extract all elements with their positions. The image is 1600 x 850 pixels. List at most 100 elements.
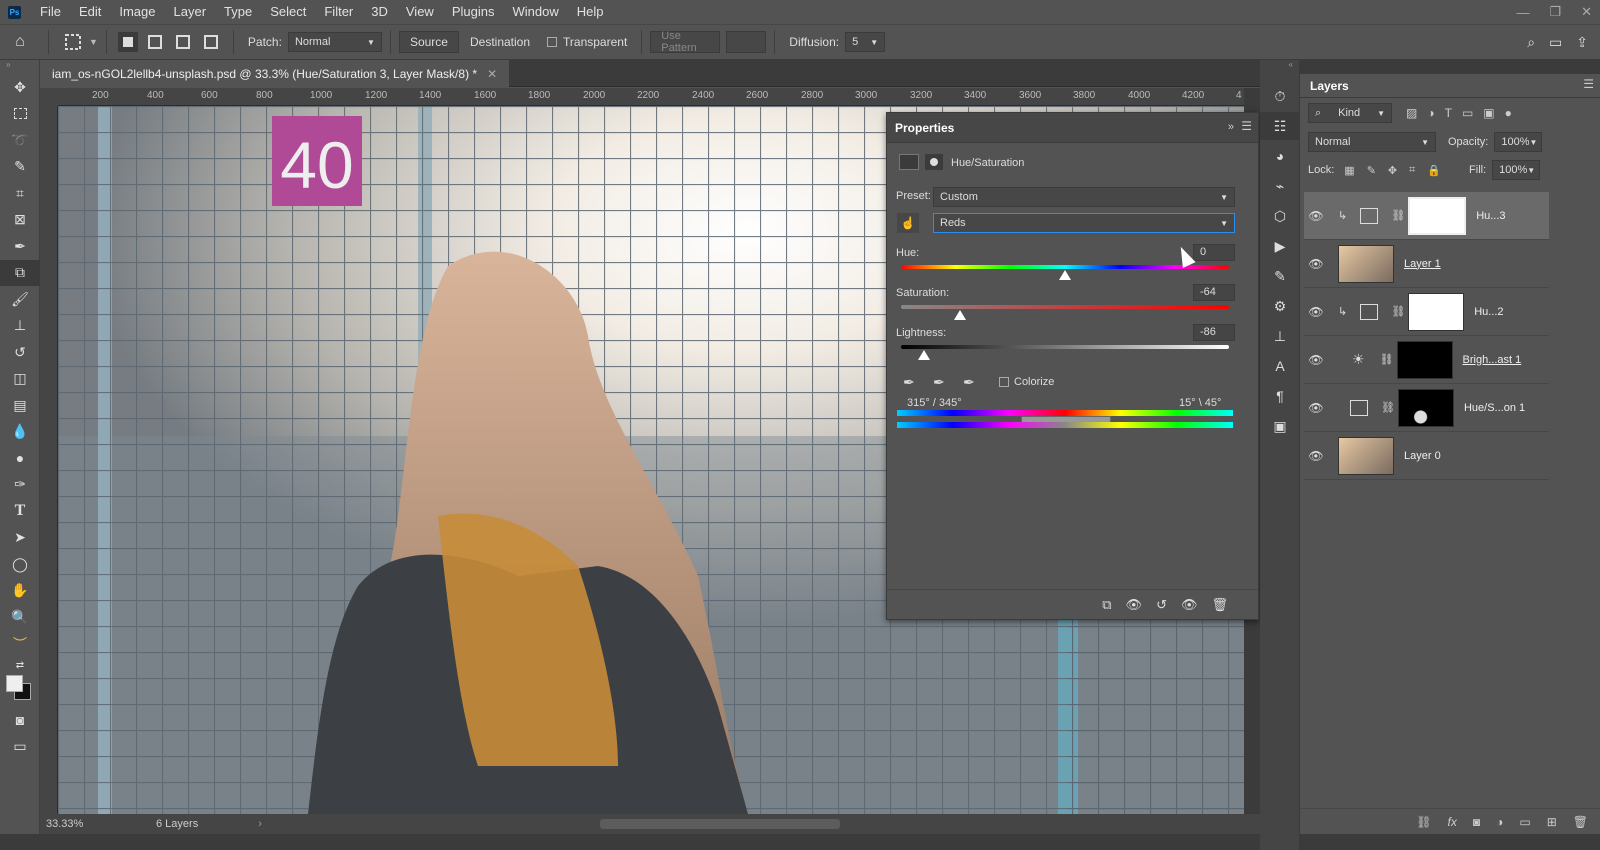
glyphs-panel-icon[interactable]: ▣	[1260, 412, 1300, 440]
new-selection-icon[interactable]	[117, 32, 138, 52]
layers-menu-icon[interactable]: ☰	[1583, 77, 1594, 91]
marquee-tool-icon[interactable]	[0, 101, 40, 128]
properties-panel-icon[interactable]: ☷	[1260, 112, 1300, 140]
workspace-icon[interactable]: ▭	[1549, 34, 1562, 51]
filter-toggle-icon[interactable]: ●	[1505, 106, 1512, 120]
visibility-eye-icon[interactable]: 👁	[1304, 449, 1328, 463]
character-panel-icon[interactable]: A	[1260, 352, 1300, 380]
foreground-color-swatch[interactable]	[6, 675, 23, 692]
layer-thumbnail[interactable]	[1338, 436, 1394, 475]
layer-row-layer-0[interactable]: 👁 Layer 0	[1304, 432, 1549, 480]
menu-layer[interactable]: Layer	[165, 0, 216, 24]
new-layer-icon[interactable]: ⊞	[1547, 815, 1557, 829]
horizontal-scrollbar[interactable]	[600, 819, 840, 829]
layer-mask-thumbnail[interactable]	[1396, 340, 1453, 379]
collapse-panel-icon[interactable]: »	[1228, 121, 1234, 133]
preset-select[interactable]: Custom ▼	[933, 187, 1235, 207]
opacity-input[interactable]: 100% ▼	[1494, 132, 1543, 152]
stamp-tool-icon[interactable]: ⊥	[0, 313, 40, 340]
hue-slider[interactable]	[901, 265, 1229, 269]
history-brush-icon[interactable]: ↺	[0, 339, 40, 366]
color-swatches[interactable]	[0, 673, 39, 707]
collapse-strip-icon[interactable]: «	[1260, 60, 1299, 82]
layer-row-hue-2[interactable]: 👁 ↳ ⛓ Hu...2	[1304, 288, 1549, 336]
quick-select-tool-icon[interactable]: ✎	[0, 154, 40, 181]
layer-mask-thumbnail[interactable]	[1397, 388, 1454, 427]
toolbox-collapse-icon[interactable]: »	[0, 60, 39, 74]
share-icon[interactable]: ⇪	[1576, 34, 1588, 51]
link-icon[interactable]: ⛓	[1380, 353, 1394, 366]
eyedropper-icon[interactable]: ✒	[903, 374, 915, 391]
layer-name[interactable]: Hue/S...on 1	[1464, 402, 1525, 414]
menu-view[interactable]: View	[397, 0, 443, 24]
eyedropper-tool-icon[interactable]: ✒	[0, 233, 40, 260]
filter-kind-select[interactable]: ⌕ Kind ▼	[1308, 103, 1392, 123]
edit-toolbar-icon[interactable]: ︶	[0, 631, 40, 658]
brush-panel-icon[interactable]: ✎	[1260, 262, 1300, 290]
mask-icon[interactable]	[925, 154, 943, 170]
link-icon[interactable]: ⛓	[1381, 401, 1395, 414]
menu-3d[interactable]: 3D	[362, 0, 397, 24]
filter-pixel-icon[interactable]: ▨	[1406, 106, 1417, 120]
zoom-level[interactable]: 33.33%	[46, 818, 156, 830]
saturation-input[interactable]: -64	[1193, 284, 1235, 301]
intersect-selection-icon[interactable]	[203, 35, 218, 49]
new-group-icon[interactable]: ▭	[1519, 815, 1530, 829]
lock-transparent-icon[interactable]: ▦	[1344, 164, 1354, 177]
menu-window[interactable]: Window	[503, 0, 567, 24]
layer-row-layer-1[interactable]: 👁 Layer 1	[1304, 240, 1549, 288]
hand-tool-icon[interactable]: ✋	[0, 578, 40, 605]
default-colors-icon[interactable]: ⇄	[0, 657, 40, 673]
menu-help[interactable]: Help	[568, 0, 613, 24]
layer-row-hue-1[interactable]: 👁 ⛓ Hue/S...on 1	[1304, 384, 1549, 432]
menu-edit[interactable]: Edit	[70, 0, 110, 24]
move-tool-icon[interactable]: ✥	[0, 74, 40, 101]
restore-icon[interactable]: ❐	[1549, 4, 1561, 20]
lock-all-icon[interactable]: 🔒	[1427, 164, 1441, 177]
minimize-icon[interactable]: —	[1516, 5, 1529, 20]
blur-tool-icon[interactable]: 💧	[0, 419, 40, 446]
lock-artboard-icon[interactable]: ⌗	[1409, 164, 1415, 177]
filter-type-icon[interactable]: T	[1445, 106, 1452, 120]
menu-file[interactable]: File	[31, 0, 70, 24]
pen-tool-icon[interactable]: ✑	[0, 472, 40, 499]
filter-shape-icon[interactable]: ▭	[1462, 106, 1473, 120]
chevron-down-icon[interactable]: ▼	[89, 37, 98, 47]
menu-type[interactable]: Type	[215, 0, 261, 24]
patch-mode-select[interactable]: Normal ▼	[287, 32, 382, 52]
patch-tool-preset-icon[interactable]	[57, 33, 89, 51]
hue-input[interactable]: 0	[1193, 244, 1235, 261]
dodge-tool-icon[interactable]: ●	[0, 445, 40, 472]
pattern-picker[interactable]	[726, 31, 767, 53]
delete-icon[interactable]: 🗑	[1211, 597, 1228, 613]
link-layers-icon[interactable]: ⛓	[1416, 815, 1431, 829]
colorize-checkbox[interactable]	[999, 377, 1009, 387]
lightness-slider[interactable]	[901, 345, 1229, 349]
layer-name[interactable]: Layer 1	[1404, 258, 1441, 270]
visibility-eye-icon[interactable]: 👁	[1304, 401, 1328, 415]
link-icon[interactable]: ⛓	[1391, 209, 1405, 222]
layer-name[interactable]: Hu...2	[1474, 306, 1503, 318]
destination-button[interactable]: Destination	[458, 31, 542, 53]
adjustment-icon[interactable]	[899, 154, 919, 170]
add-mask-icon[interactable]: ◙	[1473, 815, 1480, 829]
visibility-eye-icon[interactable]: 👁	[1304, 257, 1328, 271]
source-button[interactable]: Source	[398, 31, 459, 53]
lightness-input[interactable]: -86	[1193, 324, 1235, 341]
close-tab-icon[interactable]: ✕	[487, 67, 497, 81]
layer-style-icon[interactable]: fx	[1448, 815, 1457, 829]
search-icon[interactable]: ⌕	[1527, 34, 1535, 51]
visibility-icon[interactable]: 👁	[1181, 597, 1198, 613]
filter-smart-object-icon[interactable]: ▣	[1483, 106, 1494, 120]
eyedropper-subtract-icon[interactable]: ✒	[963, 374, 975, 391]
transparent-checkbox[interactable]	[547, 37, 558, 47]
link-icon[interactable]: ⛓	[1391, 305, 1405, 318]
lasso-tool-icon[interactable]: ➰	[0, 127, 40, 154]
lock-position-icon[interactable]: ✥	[1388, 164, 1397, 177]
visibility-eye-icon[interactable]: 👁	[1304, 305, 1328, 319]
eyedropper-add-icon[interactable]: ✒	[933, 374, 945, 391]
visibility-eye-icon[interactable]: 👁	[1304, 209, 1328, 223]
color-panel-icon[interactable]: ◕	[1260, 142, 1300, 170]
paths-panel-icon[interactable]: ⌁	[1260, 172, 1300, 200]
patch-tool-icon[interactable]: ⧉	[0, 259, 40, 286]
